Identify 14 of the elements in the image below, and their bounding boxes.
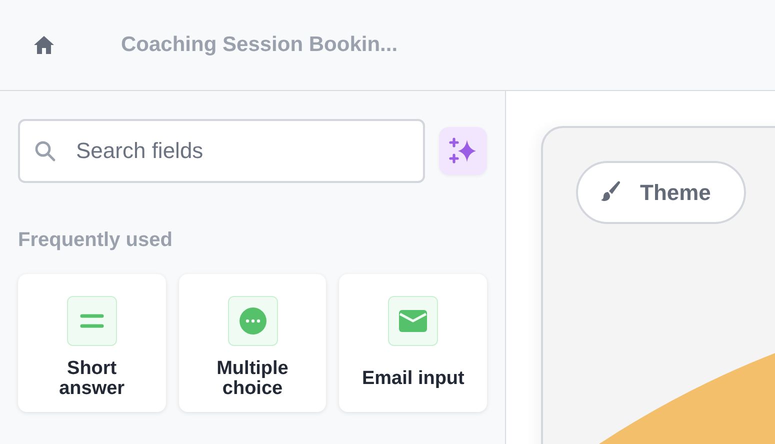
field-type-card[interactable]: Short answer [18,274,166,412]
section-heading: Frequently used [18,229,174,252]
equals-icon [80,314,104,328]
ai-sparkle-button[interactable] [439,127,487,175]
field-type-card[interactable]: Email input [339,274,488,412]
form-title: Coaching Session Bookin... [121,33,398,57]
search-icon [34,140,56,162]
search-field[interactable]: Search fields [18,119,425,183]
envelope-icon [399,310,428,332]
field-type-card[interactable]: Multiple choice [178,274,326,412]
home-icon[interactable] [33,35,55,55]
theme-button[interactable]: Theme [576,161,746,224]
dots-circle-icon [238,307,266,335]
sparkles-icon [449,137,477,165]
